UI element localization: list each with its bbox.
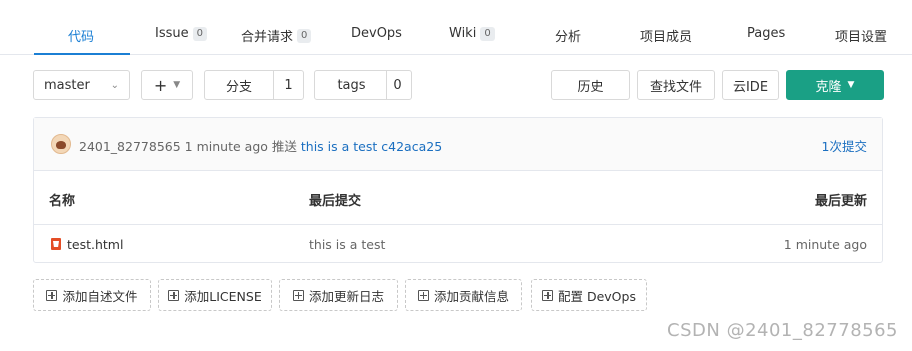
chevron-down-icon: ▼ (173, 80, 181, 90)
file-updated-time: 1 minute ago (783, 237, 867, 252)
last-commit-bar: 2401_82778565 1 minute ago 推送 this is a … (34, 118, 882, 171)
header-last-update: 最后更新 (814, 194, 867, 209)
commit-author[interactable]: 2401_82778565 (79, 139, 181, 154)
issue-count-badge: 0 (192, 26, 207, 41)
tab-wiki[interactable]: Wiki 0 (449, 26, 495, 41)
branch-select[interactable]: master ⌄ (33, 70, 130, 100)
html-file-icon (51, 238, 61, 250)
clone-button[interactable]: 克隆 ▼ (786, 70, 884, 100)
add-menu-button[interactable]: + ▼ (141, 70, 193, 100)
chevron-down-icon: ⌄ (110, 79, 119, 91)
plus-square-icon (168, 289, 180, 301)
table-row[interactable]: test.html this is a test 1 minute ago (34, 225, 882, 263)
active-tab-indicator (34, 53, 130, 55)
plus-square-icon (292, 289, 304, 301)
commit-hash-link[interactable]: c42aca25 (381, 139, 442, 154)
tab-members[interactable]: 项目成员 (640, 26, 692, 45)
branches-count: 1 (272, 71, 303, 99)
tab-settings[interactable]: 项目设置 (835, 26, 887, 45)
tags-count: 0 (385, 71, 409, 99)
tab-code[interactable]: 代码 (68, 26, 94, 45)
configure-devops-button[interactable]: 配置 DevOps (531, 279, 647, 311)
file-browser-panel: 2401_82778565 1 minute ago 推送 this is a … (33, 117, 883, 263)
watermark: CSDN @2401_82778565 (667, 320, 898, 341)
wiki-count-badge: 0 (480, 26, 495, 41)
commit-count-link[interactable]: 1次提交 (822, 136, 867, 155)
add-license-button[interactable]: 添加LICENSE (158, 279, 272, 311)
tags-button[interactable]: tags 0 (314, 70, 412, 100)
plus-icon: + (153, 75, 168, 95)
tab-merge-requests[interactable]: 合并请求 0 (241, 26, 312, 45)
last-commit-summary: 2401_82778565 1 minute ago 推送 this is a … (79, 136, 442, 155)
tab-issue[interactable]: Issue 0 (155, 26, 207, 41)
plus-square-icon (417, 289, 429, 301)
commit-message-link[interactable]: this is a test (301, 139, 377, 154)
plus-square-icon (46, 289, 58, 301)
history-button[interactable]: 历史 (551, 70, 630, 100)
plus-square-icon (542, 289, 553, 301)
branches-button[interactable]: 分支 1 (204, 70, 304, 100)
repo-tabs: 代码 Issue 0 合并请求 0 DevOps Wiki 0 分析 项目成员 Pag… (0, 0, 912, 55)
tab-pages[interactable]: Pages (747, 26, 785, 41)
header-last-commit: 最后提交 (309, 194, 362, 209)
table-header: 名称 最后提交 最后更新 (34, 170, 882, 225)
tab-analytics[interactable]: 分析 (555, 26, 581, 45)
find-file-button[interactable]: 查找文件 (637, 70, 715, 100)
cloud-ide-button[interactable]: 云IDE (722, 70, 779, 100)
file-commit-message[interactable]: this is a test (309, 237, 385, 252)
commit-time: 1 minute ago (184, 139, 268, 154)
add-changelog-button[interactable]: 添加更新日志 (279, 279, 398, 311)
commit-action: 推送 (271, 139, 297, 154)
add-contributing-button[interactable]: 添加贡献信息 (405, 279, 522, 311)
chevron-down-icon: ▼ (847, 80, 855, 90)
merge-request-count-badge: 0 (297, 28, 312, 43)
tab-devops[interactable]: DevOps (351, 26, 402, 41)
add-readme-button[interactable]: 添加自述文件 (33, 279, 151, 311)
avatar[interactable] (51, 134, 71, 154)
file-name-link[interactable]: test.html (51, 237, 123, 252)
header-name: 名称 (49, 194, 76, 209)
